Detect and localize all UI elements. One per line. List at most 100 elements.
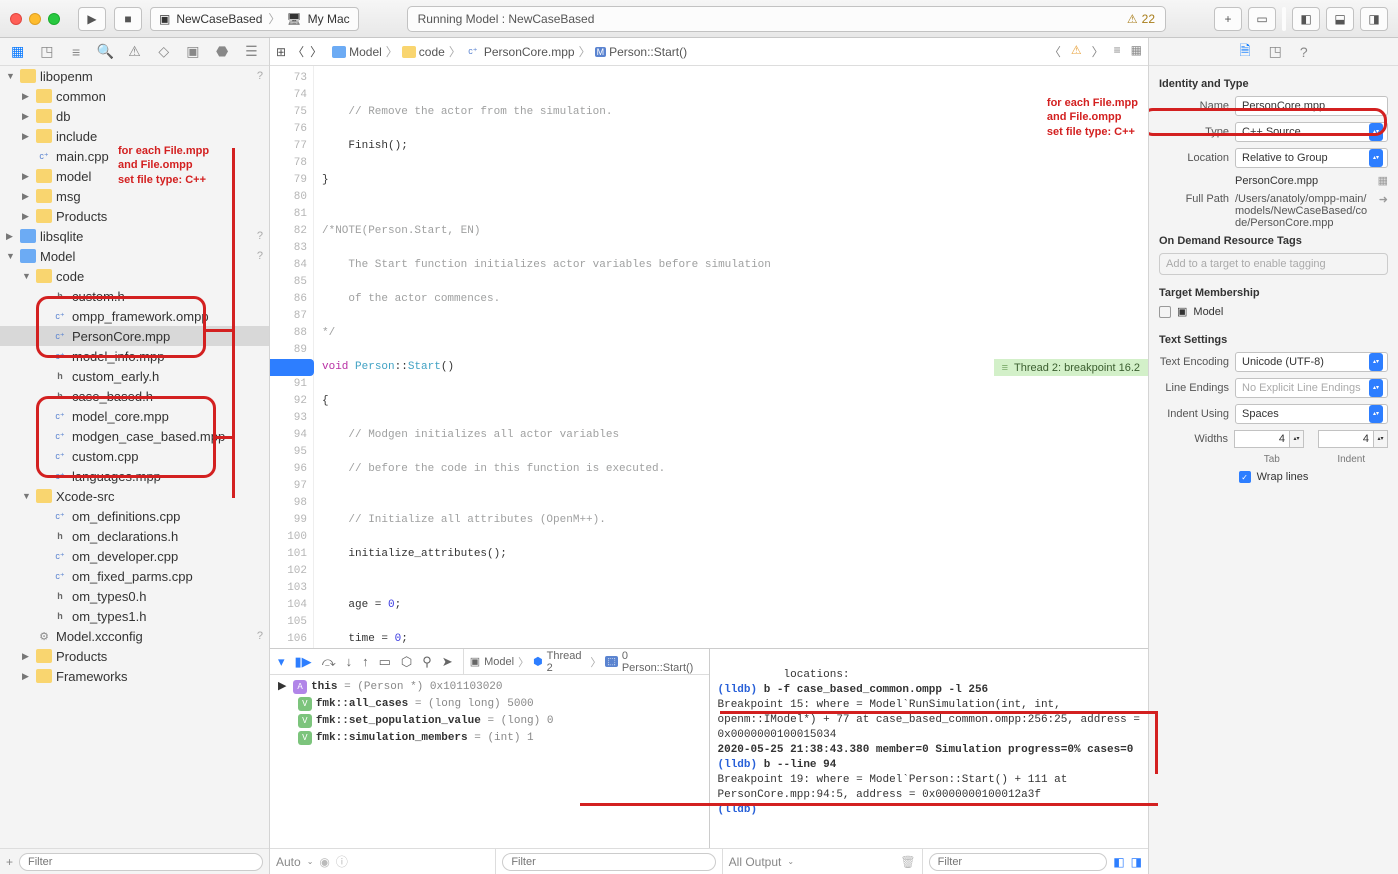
tree-file-om-developer[interactable]: c⁺om_developer.cpp: [0, 546, 269, 566]
breakpoint-nav-tab[interactable]: ⬣: [212, 42, 232, 62]
step-into-icon[interactable]: ↓: [346, 654, 353, 669]
debug-nav-tab[interactable]: ▣: [183, 42, 203, 62]
step-out-icon[interactable]: ↑: [362, 654, 369, 669]
tree-folder-products2[interactable]: ▶Products: [0, 646, 269, 666]
project-nav-tab[interactable]: ▦: [8, 42, 28, 62]
tree-folder-common[interactable]: ▶common: [0, 86, 269, 106]
location-select[interactable]: Relative to Group▴▾: [1235, 148, 1388, 168]
tree-file-custom-early[interactable]: hcustom_early.h: [0, 366, 269, 386]
outline-icon[interactable]: ≡: [1114, 43, 1121, 60]
show-console-icon[interactable]: ◨: [1131, 855, 1142, 869]
issue-prev-icon[interactable]: 〈: [1049, 43, 1061, 60]
debug-process-breadcrumb[interactable]: ▣Model〉 ⬢Thread 2〉 ⬚0 Person::Start(): [463, 649, 701, 674]
variables-filter-input[interactable]: [502, 853, 715, 871]
tree-file-xcconfig[interactable]: ⚙Model.xcconfig?: [0, 626, 269, 646]
symbol-nav-tab[interactable]: ≡: [66, 42, 86, 62]
simulate-loc-icon[interactable]: ➤: [442, 654, 453, 670]
source-control-tab[interactable]: ◳: [37, 42, 57, 62]
trash-icon[interactable]: 🗑: [900, 855, 915, 869]
run-button[interactable]: ▶: [78, 7, 106, 31]
nav-back-icon[interactable]: 〈: [292, 43, 304, 60]
indent-using-select[interactable]: Spaces▴▾: [1235, 404, 1388, 424]
tree-folder-code[interactable]: ▼code: [0, 266, 269, 286]
tree-file-case-based[interactable]: hcase_based.h: [0, 386, 269, 406]
wrap-lines-checkbox[interactable]: ✓: [1239, 471, 1251, 483]
zoom-window-icon[interactable]: [48, 13, 60, 25]
library-button[interactable]: ▭: [1248, 7, 1276, 31]
issue-next-icon[interactable]: 〉: [1092, 43, 1104, 60]
name-field[interactable]: PersonCore.mpp: [1235, 96, 1388, 116]
toggle-inspector[interactable]: ◨: [1360, 7, 1388, 31]
add-file-button[interactable]: +: [6, 855, 13, 869]
tree-file-om-types0[interactable]: hom_types0.h: [0, 586, 269, 606]
tree-group-model[interactable]: ▼Model?: [0, 246, 269, 266]
line-endings-select[interactable]: No Explicit Line Endings▴▾: [1235, 378, 1388, 398]
minimize-window-icon[interactable]: [29, 13, 41, 25]
show-variables-icon[interactable]: ◧: [1113, 855, 1124, 869]
tree-file-modgen-case[interactable]: c⁺modgen_case_based.mpp: [0, 426, 269, 446]
print-icon[interactable]: ⓘ: [336, 853, 348, 870]
report-nav-tab[interactable]: ☰: [241, 42, 261, 62]
encoding-select[interactable]: Unicode (UTF-8)▴▾: [1235, 352, 1388, 372]
tags-input[interactable]: Add to a target to enable tagging: [1159, 253, 1388, 275]
toggle-breakpoints-icon[interactable]: ▾: [278, 654, 285, 670]
tree-group-libopenm[interactable]: ▼libopenm?: [0, 66, 269, 86]
tree-folder-include[interactable]: ▶include: [0, 126, 269, 146]
type-select[interactable]: C++ Source▴▾: [1235, 122, 1388, 142]
related-items-icon[interactable]: ⊞: [276, 45, 286, 59]
tree-file-model-core[interactable]: c⁺model_core.mpp: [0, 406, 269, 426]
tree-folder-model[interactable]: ▶model: [0, 166, 269, 186]
breakpoint-marker[interactable]: [270, 359, 314, 376]
tree-file-om-declarations[interactable]: hom_declarations.h: [0, 526, 269, 546]
quicklook-icon[interactable]: ◉: [319, 855, 329, 869]
indent-width-stepper[interactable]: 4▴▾: [1318, 430, 1388, 448]
stop-button[interactable]: ■: [114, 7, 142, 31]
step-over-icon[interactable]: ⤼: [322, 654, 336, 670]
tree-file-ompp-framework[interactable]: c⁺ompp_framework.ompp: [0, 306, 269, 326]
continue-icon[interactable]: ▮▶: [295, 654, 312, 670]
tree-file-om-fixed-parms[interactable]: c⁺om_fixed_parms.cpp: [0, 566, 269, 586]
line-gutter[interactable]: 7374757677787980818283848586878889 90 91…: [270, 66, 314, 648]
tree-file-model-info[interactable]: c⁺model_info.mpp: [0, 346, 269, 366]
jump-bar[interactable]: ⊞ 〈 〉 Model 〉 code 〉 c⁺PersonCore.mpp 〉 …: [270, 38, 1148, 66]
tree-folder-frameworks[interactable]: ▶Frameworks: [0, 666, 269, 686]
tab-width-stepper[interactable]: 4▴▾: [1234, 430, 1304, 448]
variables-view[interactable]: ▶ Athis = (Person *) 0x101103020 Vfmk::a…: [270, 675, 709, 848]
find-nav-tab[interactable]: 🔍: [95, 42, 115, 62]
reveal-icon[interactable]: ▦: [1378, 174, 1388, 187]
toggle-debug[interactable]: ⬓: [1326, 7, 1354, 31]
tree-file-languages[interactable]: c⁺languages.mpp: [0, 466, 269, 486]
output-scope-button[interactable]: All Output: [729, 855, 782, 869]
tree-group-libsqlite[interactable]: ▶libsqlite?: [0, 226, 269, 246]
console-filter-input[interactable]: [929, 853, 1108, 871]
issue-nav-tab[interactable]: ⚠: [124, 42, 144, 62]
tree-file-personcore[interactable]: c⁺PersonCore.mpp: [0, 326, 269, 346]
target-checkbox[interactable]: [1159, 306, 1171, 318]
memory-graph-icon[interactable]: ⬡: [401, 654, 412, 670]
test-nav-tab[interactable]: ◇: [154, 42, 174, 62]
history-inspector-tab[interactable]: ◳: [1269, 43, 1282, 60]
assistant-icon[interactable]: ▦: [1131, 43, 1142, 60]
console-output[interactable]: locations: (lldb) b -f case_based_common…: [710, 649, 1149, 848]
tree-file-custom-cpp[interactable]: c⁺custom.cpp: [0, 446, 269, 466]
tree-folder-db[interactable]: ▶db: [0, 106, 269, 126]
tree-folder-products[interactable]: ▶Products: [0, 206, 269, 226]
tree-file-om-definitions[interactable]: c⁺om_definitions.cpp: [0, 506, 269, 526]
code-editor[interactable]: // Remove the actor from the simulation.…: [314, 66, 1148, 648]
tree-file-custom-h[interactable]: hcustom.h: [0, 286, 269, 306]
close-window-icon[interactable]: [10, 13, 22, 25]
file-inspector-tab[interactable]: 🗎: [1239, 40, 1250, 64]
view-debug-icon[interactable]: ▭: [379, 654, 391, 670]
toggle-navigator[interactable]: ◧: [1292, 7, 1320, 31]
navigator-filter-input[interactable]: [19, 853, 263, 871]
tree-file-main-cpp[interactable]: c⁺main.cpp: [0, 146, 269, 166]
tree-folder-xcode-src[interactable]: ▼Xcode-src: [0, 486, 269, 506]
nav-forward-icon[interactable]: 〉: [310, 43, 322, 60]
scheme-selector[interactable]: ▣ NewCaseBased 〉 🖥 My Mac: [150, 7, 359, 31]
tree-file-om-types1[interactable]: hom_types1.h: [0, 606, 269, 626]
auto-scope-button[interactable]: Auto: [276, 855, 301, 869]
arrow-icon[interactable]: ➜: [1379, 193, 1388, 206]
add-button[interactable]: +: [1214, 7, 1242, 31]
env-override-icon[interactable]: ⚲: [422, 654, 432, 670]
warnings-badge[interactable]: ⚠ 22: [1127, 12, 1155, 26]
